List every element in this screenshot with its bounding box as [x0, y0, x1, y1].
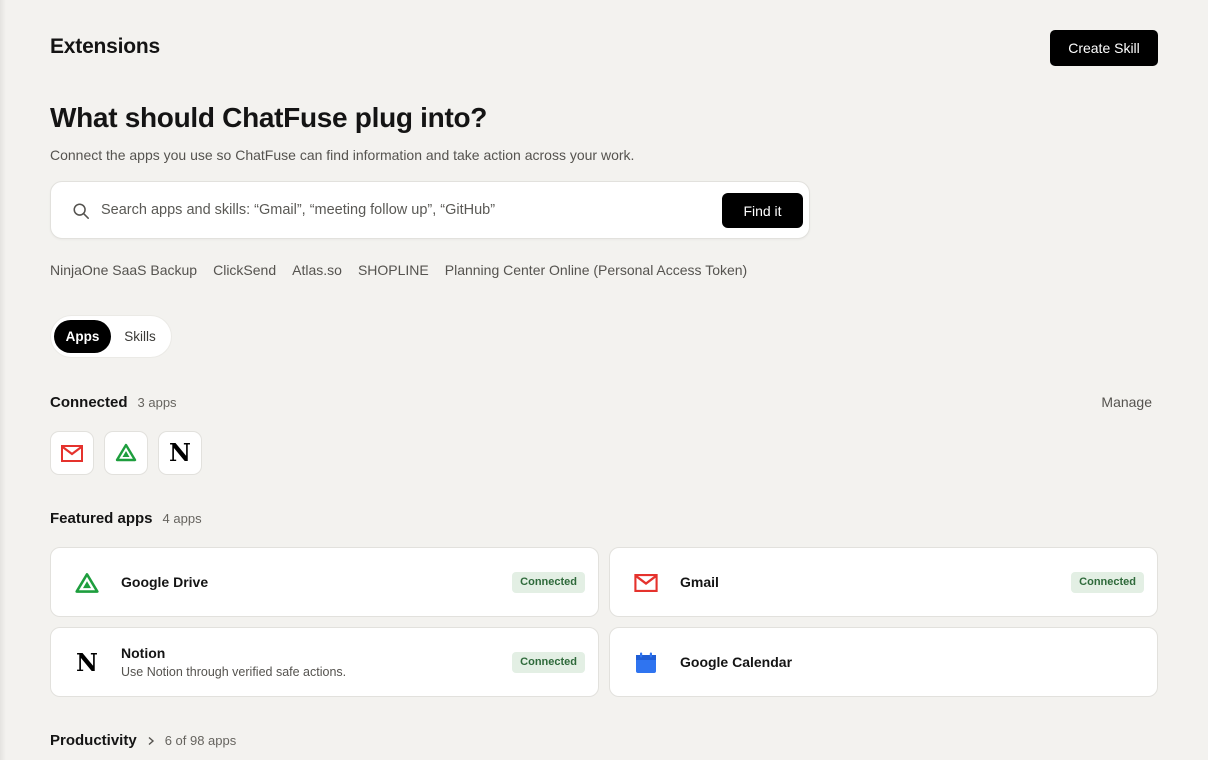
search-bar: Find it [50, 181, 810, 239]
hero-subtitle: Connect the apps you use so ChatFuse can… [50, 147, 635, 163]
top-bar: Extensions Create Skill [50, 30, 1158, 66]
app-card-description: Use Notion through verified safe actions… [121, 665, 347, 679]
window-edge-shadow [0, 0, 6, 760]
app-card-name: Google Calendar [680, 654, 793, 670]
app-card-notion[interactable]: N Notion Use Notion through verified saf… [50, 627, 599, 697]
notion-icon: N [169, 438, 191, 467]
tab-skills[interactable]: Skills [113, 320, 167, 353]
create-skill-button[interactable]: Create Skill [1050, 30, 1158, 66]
app-card-name: Gmail [680, 574, 719, 590]
connected-badge: Connected [1071, 572, 1144, 593]
app-card-name: Notion [121, 645, 166, 661]
gmail-icon [633, 570, 659, 596]
page-title: Extensions [50, 35, 161, 58]
suggestion-clicksend[interactable]: ClickSend [213, 262, 276, 278]
google-calendar-icon [633, 650, 659, 676]
featured-count: 4 apps [162, 511, 202, 526]
app-card-name: Google Drive [121, 574, 209, 590]
category-title[interactable]: Productivity [50, 732, 137, 749]
app-card-gmail[interactable]: Gmail Connected [609, 547, 1158, 617]
hero-title: What should ChatFuse plug into? [50, 102, 488, 133]
productivity-category-header: Productivity 6 of 98 apps [50, 732, 236, 749]
apps-skills-toggle: Apps Skills [50, 315, 172, 358]
category-count: 6 of 98 apps [164, 733, 237, 748]
manage-link[interactable]: Manage [1101, 394, 1152, 410]
suggestion-shopline[interactable]: SHOPLINE [358, 262, 429, 278]
search-input[interactable] [101, 194, 711, 226]
featured-title: Featured apps [50, 510, 153, 527]
connected-badge: Connected [512, 652, 585, 673]
notion-icon: N [76, 648, 98, 677]
suggestion-ninjaone[interactable]: NinjaOne SaaS Backup [50, 262, 197, 278]
tab-apps[interactable]: Apps [54, 320, 111, 353]
featured-section-header: Featured apps 4 apps [50, 510, 202, 527]
google-drive-icon [74, 570, 100, 596]
connected-count: 3 apps [137, 395, 177, 410]
search-suggestions: NinjaOne SaaS Backup ClickSend Atlas.so … [50, 262, 747, 278]
connected-app-google-drive[interactable] [104, 431, 148, 475]
app-card-google-calendar[interactable]: Google Calendar [609, 627, 1158, 697]
connected-title: Connected [50, 394, 128, 411]
connected-app-notion[interactable]: N [158, 431, 202, 475]
find-it-button[interactable]: Find it [722, 193, 803, 228]
gmail-icon [61, 444, 83, 462]
connected-section-header: Connected 3 apps [50, 394, 177, 411]
chevron-right-icon[interactable] [146, 736, 156, 746]
app-card-google-drive[interactable]: Google Drive Connected [50, 547, 599, 617]
connected-badge: Connected [512, 572, 585, 593]
connected-app-gmail[interactable] [50, 431, 94, 475]
search-icon [73, 203, 89, 219]
google-drive-icon [115, 443, 137, 462]
suggestion-atlas[interactable]: Atlas.so [292, 262, 342, 278]
suggestion-planning-center[interactable]: Planning Center Online (Personal Access … [445, 262, 747, 278]
